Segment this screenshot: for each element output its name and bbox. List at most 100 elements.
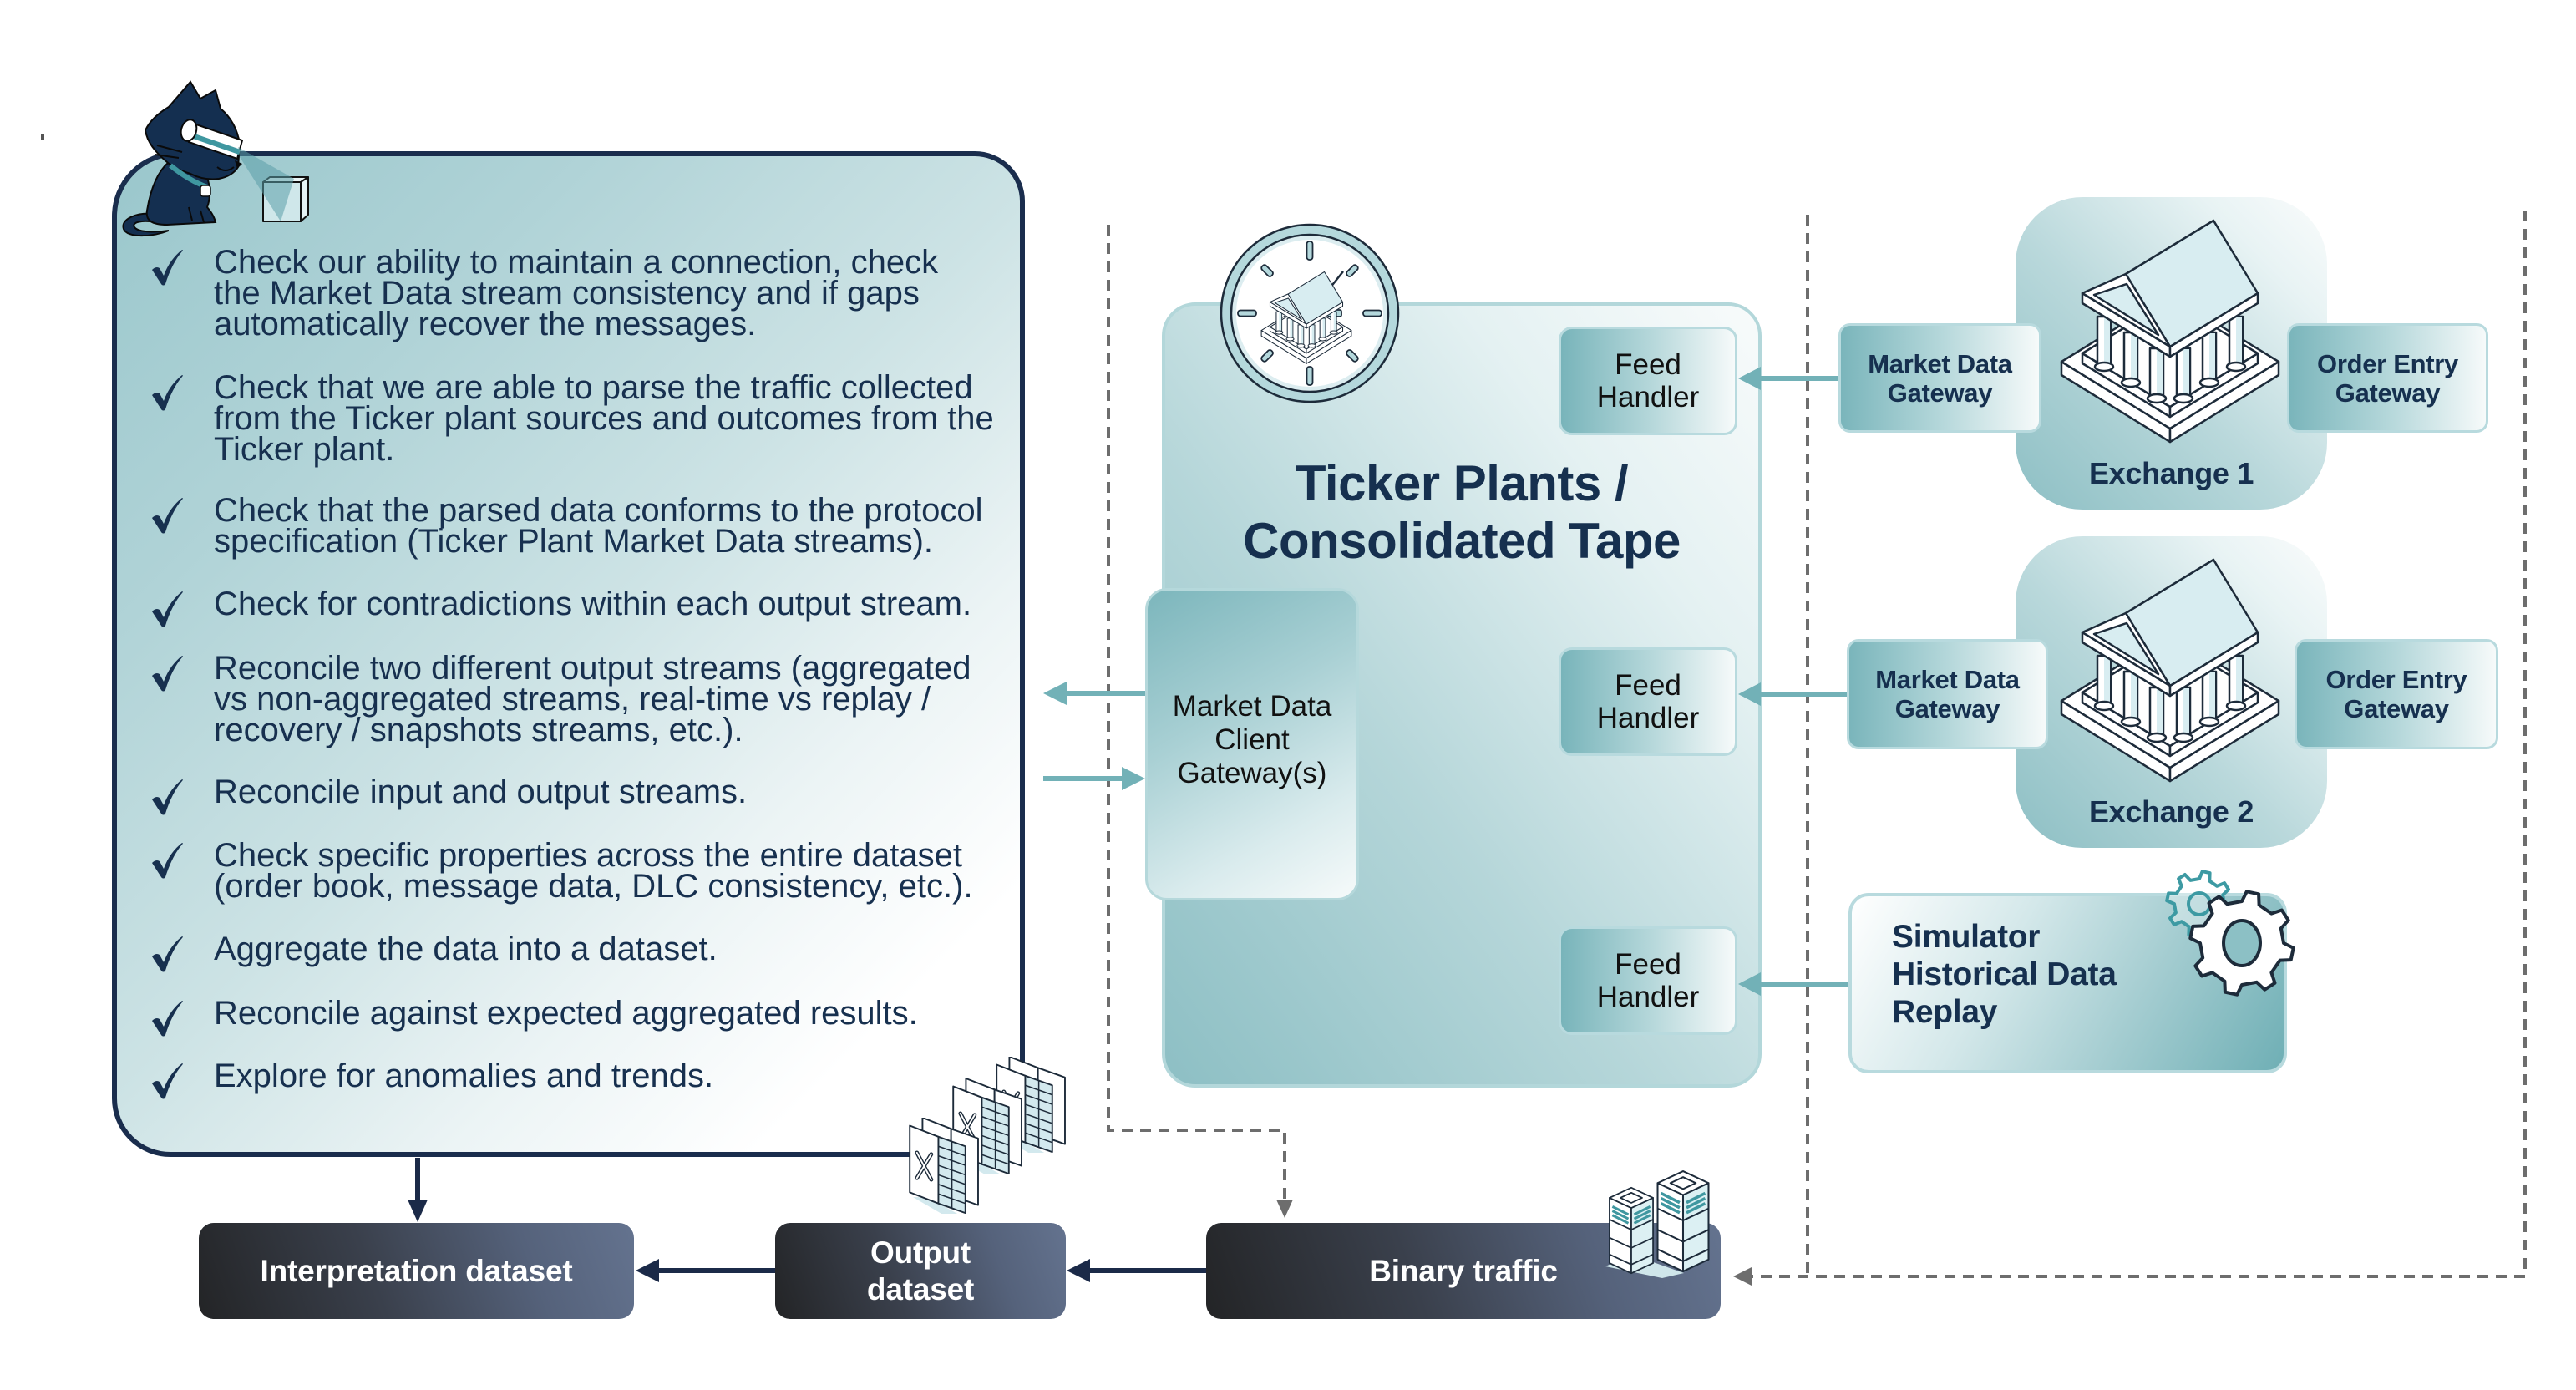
check-item: Check that we are able to parse the traf… bbox=[151, 371, 1020, 466]
checkmark-icon bbox=[151, 1000, 183, 1037]
check-item: Check that the parsed data conforms to t… bbox=[151, 494, 1020, 558]
arrowhead bbox=[408, 1200, 428, 1222]
label-line: Replay bbox=[1892, 994, 1998, 1030]
text-line: Check our ability to maintain a connecti… bbox=[214, 244, 939, 281]
check-item-text: Check our ability to maintain a connecti… bbox=[214, 244, 939, 342]
text-line: Explore for anomalies and trends. bbox=[214, 1058, 714, 1094]
text-line: the Market Data stream consistency and i… bbox=[214, 275, 920, 312]
check-item-text: Check specific properties across the ent… bbox=[214, 837, 973, 905]
title-line: Consolidated Tape bbox=[1243, 513, 1681, 569]
exchange-1-order-entry-gateway: Order Entry Gateway bbox=[2287, 323, 2488, 433]
market-data-client-gateway: Market Data Client Gateway(s) bbox=[1145, 588, 1359, 900]
checkmark-icon bbox=[151, 374, 183, 411]
label-line: Client bbox=[1214, 723, 1290, 756]
label-line: Market Data bbox=[1172, 690, 1332, 723]
label-line: Handler bbox=[1596, 381, 1700, 413]
label-line: Binary traffic bbox=[1369, 1253, 1558, 1288]
check-item: Explore for anomalies and trends. bbox=[151, 1058, 1020, 1094]
text-line: Check specific properties across the ent… bbox=[214, 837, 962, 874]
text-line: specification (Ticker Plant Market Data … bbox=[214, 523, 933, 560]
check-item: Reconcile two different output streams (… bbox=[151, 652, 1020, 747]
text-line: recovery / snapshots streams, etc.). bbox=[214, 712, 743, 748]
dashed-arrowhead-down bbox=[1276, 1200, 1293, 1218]
text-line: Check that we are able to parse the traf… bbox=[214, 369, 973, 406]
check-item-text: Reconcile input and output streams. bbox=[214, 774, 748, 810]
label-line: Order Entry bbox=[2325, 665, 2467, 694]
feed-handler-1: Feed Handler bbox=[1559, 327, 1737, 435]
check-item-text: Reconcile two different output streams (… bbox=[214, 650, 971, 748]
arrowhead bbox=[1122, 767, 1145, 790]
label-line: Gateway bbox=[2344, 694, 2449, 723]
label-line: Feed bbox=[1615, 948, 1681, 981]
arrowhead bbox=[1043, 682, 1067, 705]
exchange-2-label: Exchange 2 bbox=[2088, 794, 2254, 829]
label-line: Handler bbox=[1596, 702, 1700, 734]
text-line: Reconcile input and output streams. bbox=[214, 774, 748, 810]
text-line: automatically recover the messages. bbox=[214, 306, 757, 342]
checkmark-icon bbox=[151, 842, 183, 879]
text-line: Check that the parsed data conforms to t… bbox=[214, 492, 983, 529]
label-line: Market Data bbox=[1875, 665, 2020, 694]
clock-exchange-icon bbox=[1220, 223, 1400, 403]
checkmark-icon bbox=[151, 936, 183, 972]
check-item-text: Explore for anomalies and trends. bbox=[214, 1058, 714, 1094]
check-item: Reconcile input and output streams. bbox=[151, 774, 1020, 810]
exchange-2-order-entry-gateway: Order Entry Gateway bbox=[2295, 639, 2498, 749]
check-item: Check for contradictions within each out… bbox=[151, 586, 1020, 622]
label-line: Market Data bbox=[1868, 348, 2012, 378]
checkmark-icon bbox=[151, 591, 183, 627]
arrowhead bbox=[636, 1259, 659, 1282]
dashed-arrowhead-left bbox=[1733, 1267, 1752, 1286]
ticker-plant-title: Ticker Plants / Consolidated Tape bbox=[1162, 454, 1762, 570]
checkmark-icon bbox=[151, 1063, 183, 1099]
label-line: Interpretation dataset bbox=[260, 1253, 573, 1288]
text-line: (order book, message data, DLC consisten… bbox=[214, 868, 973, 905]
label-line: Handler bbox=[1596, 981, 1700, 1013]
check-item-text: Reconcile against expected aggregated re… bbox=[214, 995, 918, 1032]
label-line: Gateway bbox=[1894, 694, 2000, 723]
client-gateway-label: Market Data Client Gateway(s) bbox=[1148, 690, 1356, 790]
stray-dot bbox=[41, 134, 44, 140]
checkmark-icon bbox=[151, 655, 183, 692]
check-item-text: Check that we are able to parse the traf… bbox=[214, 369, 994, 468]
exchange-2-market-data-gateway: Market Data Gateway bbox=[1847, 639, 2048, 749]
arrowhead bbox=[1067, 1259, 1090, 1282]
checkmark-icon bbox=[151, 497, 183, 534]
feed-handler-3: Feed Handler bbox=[1559, 926, 1737, 1035]
text-line: Check for contradictions within each out… bbox=[214, 586, 972, 622]
interpretation-dataset-box: Interpretation dataset bbox=[199, 1223, 634, 1319]
check-item-text: Check that the parsed data conforms to t… bbox=[214, 492, 983, 560]
text-line: Aggregate the data into a dataset. bbox=[214, 931, 718, 967]
server-icon bbox=[1605, 1169, 1711, 1278]
label-line: Gateway bbox=[2335, 378, 2441, 408]
title-line: Ticker Plants / bbox=[1295, 455, 1629, 511]
label-line: Simulator bbox=[1892, 919, 2041, 955]
exchange-1-market-data-gateway: Market Data Gateway bbox=[1838, 323, 2041, 433]
label-line: dataset bbox=[866, 1271, 975, 1306]
label-line: Order Entry bbox=[2317, 348, 2458, 378]
text-line: Ticker plant. bbox=[214, 431, 395, 468]
check-item: Aggregate the data into a dataset. bbox=[151, 931, 1020, 967]
check-item-text: Check for contradictions within each out… bbox=[214, 586, 972, 622]
label-line: Gateway bbox=[1887, 378, 1993, 408]
spreadsheet-files-icon bbox=[902, 1054, 1078, 1221]
simulator-label: Simulator Historical Data Replay bbox=[1892, 918, 2117, 1031]
check-item: Check our ability to maintain a connecti… bbox=[151, 246, 1020, 341]
exchange-building-icon bbox=[2060, 558, 2280, 783]
checkmark-icon bbox=[151, 779, 183, 815]
check-item: Check specific properties across the ent… bbox=[151, 839, 1020, 903]
label-line: Output bbox=[870, 1235, 971, 1270]
label-line: Gateway(s) bbox=[1177, 757, 1327, 789]
label-line: Feed bbox=[1615, 348, 1681, 381]
gears-icon bbox=[2165, 870, 2295, 997]
exchange-building-icon bbox=[2060, 219, 2280, 444]
feed-handler-2: Feed Handler bbox=[1559, 647, 1737, 756]
text-line: Reconcile against expected aggregated re… bbox=[214, 995, 918, 1032]
check-item: Reconcile against expected aggregated re… bbox=[151, 995, 1020, 1032]
exchange-1-label: Exchange 1 bbox=[2088, 456, 2254, 490]
output-dataset-box: Output dataset bbox=[775, 1223, 1066, 1319]
checkmark-icon bbox=[151, 249, 183, 286]
label-line: Feed bbox=[1615, 669, 1681, 702]
text-line: Reconcile two different output streams (… bbox=[214, 650, 971, 687]
text-line: vs non-aggregated streams, real-time vs … bbox=[214, 681, 931, 718]
